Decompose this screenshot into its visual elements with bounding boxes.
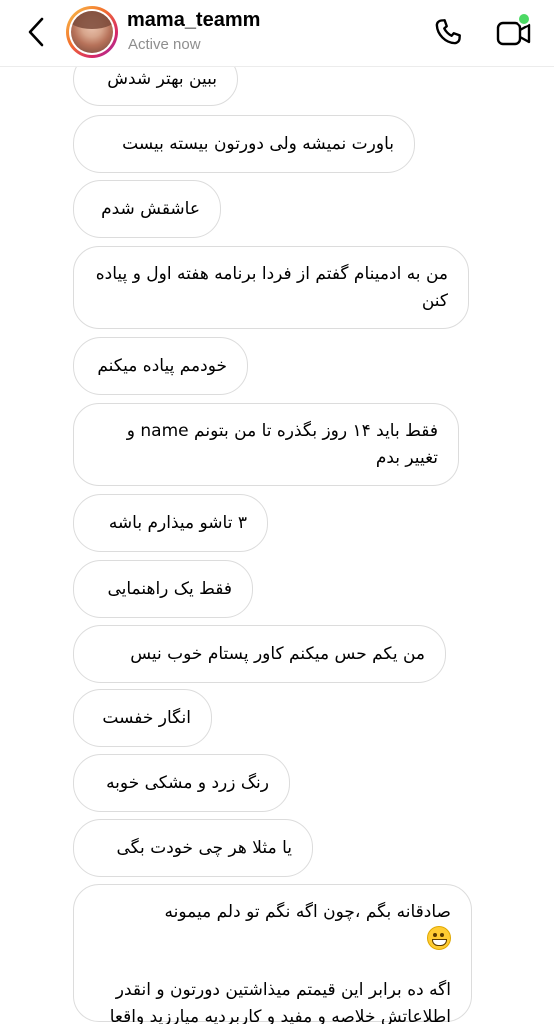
message-text: انگار خفست [102, 707, 191, 728]
message-text: خودمم پیاده میکنم [97, 355, 227, 376]
message-text: من به ادمینام گفتم از فردا برنامه هفته ا… [95, 263, 448, 311]
message-text: باورت نمیشه ولی دورتون بیسته بیست [122, 133, 394, 154]
message-bubble[interactable]: باورت نمیشه ولی دورتون بیسته بیست [73, 115, 415, 173]
message-bubble[interactable]: صادقانه بگم ،چون اگه نگم تو دلم میمونه ا… [73, 884, 472, 1024]
message-text: رنگ زرد و مشکی خوبه [106, 772, 269, 793]
message-text: ببین بهتر شدش [107, 68, 217, 89]
message-bubble[interactable]: رنگ زرد و مشکی خوبه [73, 754, 290, 812]
back-button[interactable] [22, 14, 50, 50]
message-bubble[interactable]: ۳ تاشو میذارم باشه [73, 494, 268, 552]
message-text: صادقانه بگم ،چون اگه نگم تو دلم میمونه ا… [94, 899, 451, 1024]
message-bubble[interactable]: عاشقش شدم [73, 180, 221, 238]
message-bubble[interactable]: ببین بهتر شدش [73, 66, 238, 106]
online-indicator [517, 12, 531, 26]
avatar[interactable] [66, 6, 118, 58]
message-thread[interactable]: ببین بهتر شدش باورت نمیشه ولی دورتون بیس… [0, 66, 554, 1024]
message-bubble[interactable]: فقط باید ۱۴ روز بگذره تا من بتونم name و… [73, 403, 459, 486]
grinning-face-emoji [427, 926, 451, 950]
message-text: فقط یک راهنمایی [107, 578, 232, 599]
message-text: فقط باید ۱۴ روز بگذره تا من بتونم name و… [126, 420, 438, 468]
chat-username[interactable]: mama_teamm [127, 9, 260, 32]
chevron-left-icon [28, 17, 44, 47]
chat-header: mama_teamm Active now [0, 0, 554, 67]
message-bubble[interactable]: یا مثلا هر چی خودت بگی [73, 819, 313, 877]
phone-icon [435, 19, 461, 45]
message-line: اگه ده برابر این قیمتم میذاشتین دورتون و… [109, 980, 451, 1024]
message-bubble[interactable]: من به ادمینام گفتم از فردا برنامه هفته ا… [73, 246, 469, 329]
message-bubble[interactable]: خودمم پیاده میکنم [73, 337, 248, 395]
message-text: ۳ تاشو میذارم باشه [108, 512, 247, 533]
message-line: صادقانه بگم ،چون اگه نگم تو دلم میمونه [164, 902, 452, 922]
message-bubble[interactable]: من یکم حس میکنم کاور پستام خوب نیس [73, 625, 446, 683]
active-status: Active now [128, 36, 201, 53]
message-text: عاشقش شدم [101, 198, 200, 219]
message-bubble[interactable]: فقط یک راهنمایی [73, 560, 253, 618]
message-text: یا مثلا هر چی خودت بگی [116, 837, 293, 858]
message-text: من یکم حس میکنم کاور پستام خوب نیس [130, 643, 425, 664]
message-bubble[interactable]: انگار خفست [73, 689, 212, 747]
profile-photo [71, 11, 113, 53]
call-button[interactable] [430, 14, 466, 50]
